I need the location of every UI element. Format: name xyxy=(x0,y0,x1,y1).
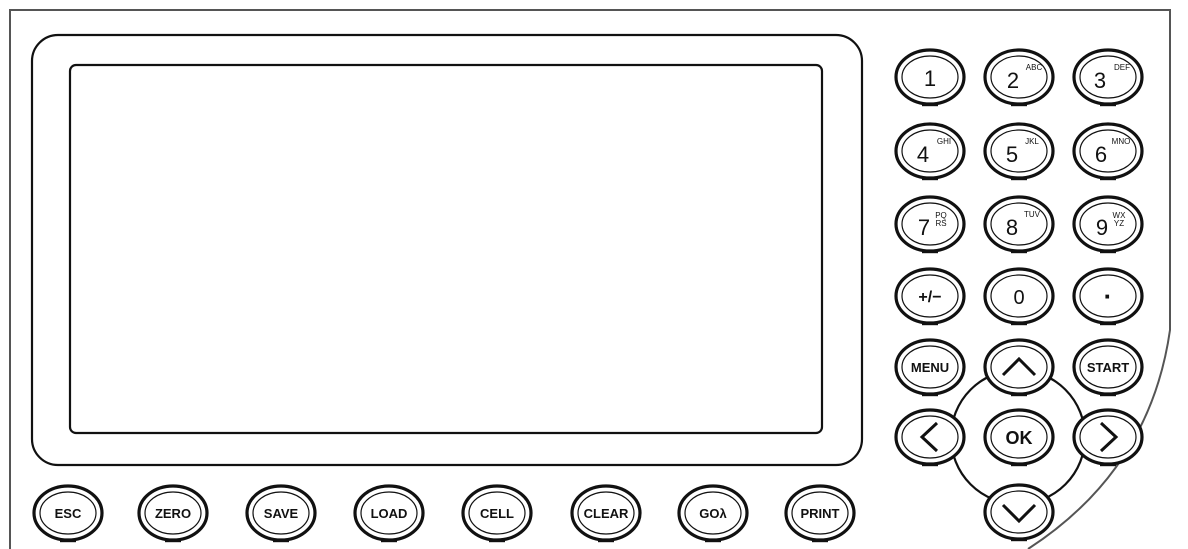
digit-key-3[interactable]: 3 DEF xyxy=(1072,48,1144,107)
plus-minus-key[interactable]: +/− xyxy=(894,267,966,326)
esc-key[interactable]: ESC xyxy=(32,484,104,543)
digit-key-6[interactable]: 6 MNO xyxy=(1072,122,1144,181)
go-lambda-key-label: GOλ xyxy=(699,506,727,521)
digit-key-8-letters: TUV xyxy=(1024,210,1041,219)
ok-key[interactable]: OK xyxy=(983,408,1055,467)
digit-key-7-label: 7 xyxy=(918,215,930,240)
digit-key-7[interactable]: 7 PQ RS xyxy=(894,195,966,254)
print-key[interactable]: PRINT xyxy=(784,484,856,543)
digit-key-4-label: 4 xyxy=(917,142,929,167)
load-key[interactable]: LOAD xyxy=(353,484,425,543)
save-key[interactable]: SAVE xyxy=(245,484,317,543)
save-key-label: SAVE xyxy=(264,506,299,521)
digit-key-1-label: 1 xyxy=(924,66,936,91)
zero-key[interactable]: ZERO xyxy=(137,484,209,543)
digit-key-4-letters: GHI xyxy=(937,137,951,146)
menu-key-label: MENU xyxy=(911,360,949,375)
plus-minus-key-label: +/− xyxy=(918,289,941,306)
digit-key-8[interactable]: 8 TUV xyxy=(983,195,1055,254)
digit-key-1[interactable]: 1 xyxy=(894,48,966,107)
down-arrow-key[interactable] xyxy=(983,483,1055,542)
digit-key-9-label: 9 xyxy=(1096,215,1108,240)
esc-key-label: ESC xyxy=(55,506,82,521)
digit-key-5[interactable]: 5 JKL xyxy=(983,122,1055,181)
digit-key-6-letters: MNO xyxy=(1112,137,1131,146)
digit-key-9-letters-bottom: YZ xyxy=(1114,219,1124,228)
digit-key-9[interactable]: 9 WX YZ xyxy=(1072,195,1144,254)
start-key-label: START xyxy=(1087,360,1129,375)
clear-key[interactable]: CLEAR xyxy=(570,484,642,543)
instrument-panel: 1 2 ABC 3 DEF 4 GHI 5 JKL 6 MNO 7 PQ RS … xyxy=(9,9,1171,549)
display-screen xyxy=(68,63,824,435)
go-lambda-key[interactable]: GOλ xyxy=(677,484,749,543)
up-arrow-key[interactable] xyxy=(983,338,1055,397)
print-key-label: PRINT xyxy=(801,506,840,521)
cell-key[interactable]: CELL xyxy=(461,484,533,543)
decimal-key[interactable]: · xyxy=(1072,267,1144,326)
digit-key-0[interactable]: 0 xyxy=(983,267,1055,326)
digit-key-2-letters: ABC xyxy=(1026,63,1043,72)
clear-key-label: CLEAR xyxy=(584,506,629,521)
start-key[interactable]: START xyxy=(1072,338,1144,397)
digit-key-2[interactable]: 2 ABC xyxy=(983,48,1055,107)
digit-key-7-letters-bottom: RS xyxy=(935,219,946,228)
load-key-label: LOAD xyxy=(371,506,408,521)
digit-key-5-letters: JKL xyxy=(1025,137,1039,146)
digit-key-4[interactable]: 4 GHI xyxy=(894,122,966,181)
left-arrow-key[interactable] xyxy=(894,408,966,467)
digit-key-8-label: 8 xyxy=(1006,215,1018,240)
decimal-key-label: · xyxy=(1104,281,1113,311)
digit-key-3-letters: DEF xyxy=(1114,63,1130,72)
right-arrow-key[interactable] xyxy=(1072,408,1144,467)
digit-key-3-label: 3 xyxy=(1094,68,1106,93)
digit-key-6-label: 6 xyxy=(1095,142,1107,167)
digit-key-0-label: 0 xyxy=(1013,287,1024,309)
cell-key-label: CELL xyxy=(480,506,514,521)
menu-key[interactable]: MENU xyxy=(894,338,966,397)
digit-key-5-label: 5 xyxy=(1006,142,1018,167)
digit-key-2-label: 2 xyxy=(1007,68,1019,93)
ok-key-label: OK xyxy=(1006,428,1033,448)
zero-key-label: ZERO xyxy=(155,506,191,521)
